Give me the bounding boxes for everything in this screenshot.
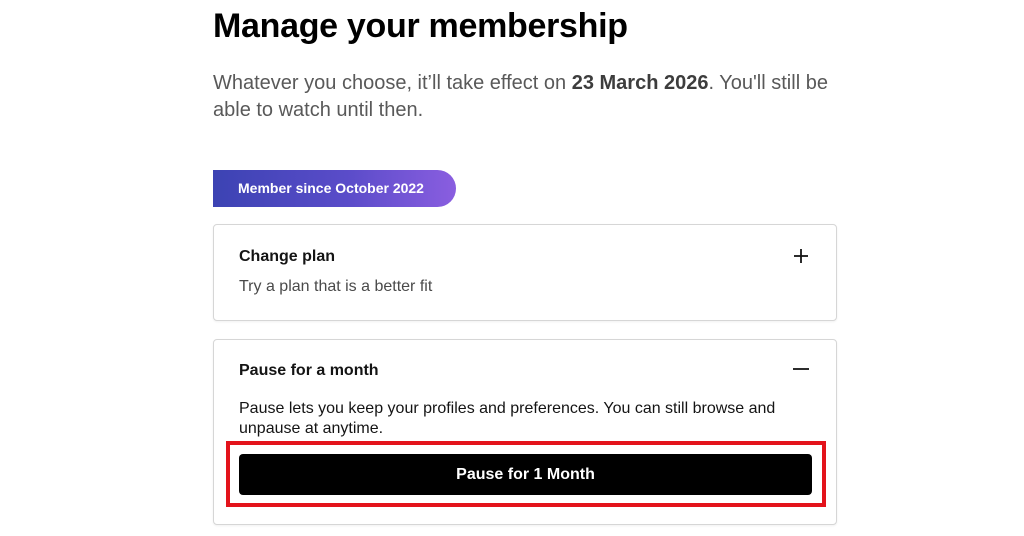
manage-membership-page: Manage your membership Whatever you choo… [0,0,1024,536]
plus-icon[interactable] [790,245,812,267]
change-plan-card[interactable]: Change plan Try a plan that is a better … [213,224,837,321]
pause-title: Pause for a month [239,362,379,379]
pause-for-1-month-button[interactable]: Pause for 1 Month [239,454,812,495]
change-plan-title: Change plan [239,248,336,265]
pause-description: Pause lets you keep your profiles and pr… [239,400,776,437]
change-plan-description: Try a plan that is a better fit [239,278,433,295]
page-subtitle: Whatever you choose, it’ll take effect o… [213,70,833,124]
subtitle-prefix: Whatever you choose, it’ll take effect o… [213,72,572,94]
minus-icon[interactable] [790,358,812,380]
member-since-badge: Member since October 2022 [213,170,456,207]
page-title: Manage your membership [213,7,628,45]
effective-date: 23 March 2026 [571,72,709,94]
